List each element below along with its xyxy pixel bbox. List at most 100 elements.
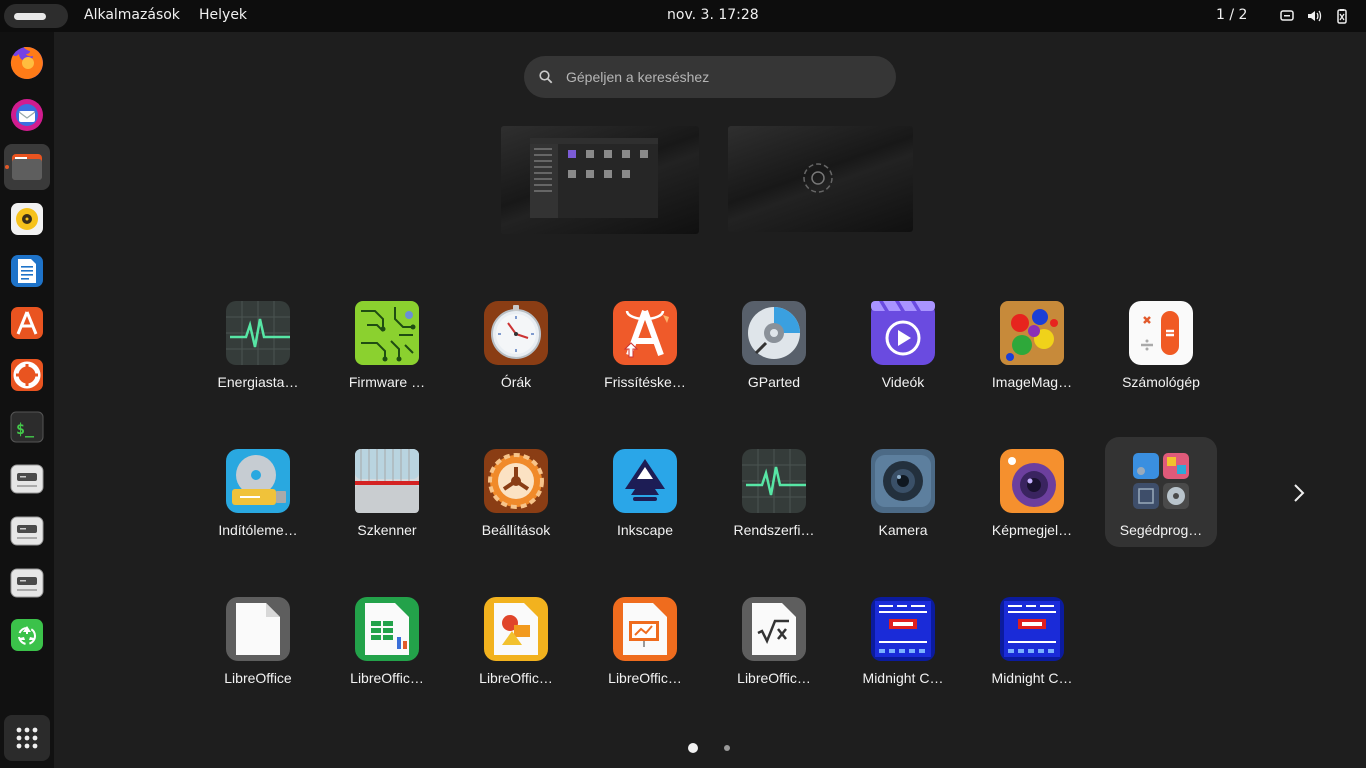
activities-button[interactable]: [4, 4, 68, 28]
app-libreoffice-draw[interactable]: LibreOffic…: [460, 585, 572, 695]
search-icon: [539, 70, 553, 84]
applications-menu[interactable]: Alkalmazások: [84, 7, 180, 23]
workspace-thumbnail-2[interactable]: [728, 126, 913, 232]
app-midnight-commander-2[interactable]: Midnight C…: [976, 585, 1088, 695]
calculator-icon: [1129, 301, 1193, 365]
page-indicator-2[interactable]: [724, 745, 730, 751]
grid-icon: [16, 727, 38, 749]
dock-rhythmbox[interactable]: [4, 196, 50, 242]
app-libreoffice-math[interactable]: LibreOffic…: [718, 585, 830, 695]
scanner-icon: [355, 449, 419, 513]
inkscape-icon: [613, 449, 677, 513]
drive-icon: [10, 516, 44, 546]
search-input[interactable]: [566, 64, 886, 90]
dock: $_: [0, 32, 54, 768]
app-label: Firmware …: [348, 374, 426, 390]
svg-text:$_: $_: [16, 420, 35, 438]
firefox-icon: [10, 47, 43, 79]
app-label: Energiasta…: [217, 374, 299, 390]
app-clocks[interactable]: Órák: [460, 289, 572, 399]
clock[interactable]: nov. 3. 17:28: [667, 7, 759, 23]
app-label: Szkenner: [357, 522, 417, 538]
page-indicator-1[interactable]: [688, 743, 698, 753]
top-bar: Alkalmazások Helyek nov. 3. 17:28 1 / 2: [0, 0, 1366, 32]
ubuntu-logo-icon: [803, 163, 833, 193]
show-apps-button[interactable]: [4, 715, 50, 761]
app-label: Midnight C…: [862, 670, 944, 686]
dock-app-center[interactable]: [4, 300, 50, 346]
files-icon: [12, 154, 42, 180]
battery-icon[interactable]: [1334, 8, 1350, 24]
app-label: Indítóleme…: [218, 522, 298, 538]
midnight-commander-icon: [1000, 597, 1064, 661]
app-camera[interactable]: Kamera: [847, 437, 959, 547]
imagemagick-icon: [1000, 301, 1064, 365]
app-center-icon: [11, 307, 43, 339]
app-calculator[interactable]: Számológép: [1105, 289, 1217, 399]
app-imagemagick[interactable]: ImageMag…: [976, 289, 1088, 399]
dock-libreoffice-writer[interactable]: [4, 248, 50, 294]
app-libreoffice[interactable]: LibreOffice: [202, 585, 314, 695]
app-label: Kamera: [878, 522, 928, 538]
dock-drive-3[interactable]: [4, 560, 50, 606]
app-libreoffice-impress[interactable]: LibreOffic…: [589, 585, 701, 695]
dock-drive-2[interactable]: [4, 508, 50, 554]
app-folder-utilities[interactable]: Segédprog…: [1105, 437, 1217, 547]
app-inkscape[interactable]: Inkscape: [589, 437, 701, 547]
volume-icon[interactable]: [1306, 8, 1322, 24]
app-overview: Energiasta… Firmware … Órák Frissítéske……: [54, 32, 1366, 768]
camera-icon: [871, 449, 935, 513]
dock-firefox[interactable]: [4, 40, 50, 86]
startup-disk-creator-icon: [226, 449, 290, 513]
places-menu[interactable]: Helyek: [199, 7, 247, 23]
power-statistics-icon: [226, 301, 290, 365]
app-libreoffice-calc[interactable]: LibreOffic…: [331, 585, 443, 695]
dock-trash[interactable]: [4, 612, 50, 658]
app-label: LibreOffic…: [350, 670, 424, 686]
app-label: GParted: [747, 374, 801, 390]
app-label: LibreOffic…: [737, 670, 811, 686]
activities-indicator: [14, 13, 46, 20]
app-system-monitor[interactable]: Rendszerfi…: [718, 437, 830, 547]
dock-thunderbird[interactable]: [4, 92, 50, 138]
app-label: Órák: [500, 374, 532, 390]
videos-icon: [871, 301, 935, 365]
terminal-icon: $_: [10, 411, 44, 443]
app-gparted[interactable]: GParted: [718, 289, 830, 399]
utilities-folder-icon: [1133, 453, 1189, 509]
keyboard-icon[interactable]: [1279, 8, 1295, 24]
midnight-commander-icon: [871, 597, 935, 661]
dock-files[interactable]: [4, 144, 50, 190]
settings-icon: [484, 449, 548, 513]
software-updater-icon: [613, 301, 677, 365]
app-label: LibreOffice: [224, 670, 292, 686]
dock-terminal[interactable]: $_: [4, 404, 50, 450]
app-image-viewer[interactable]: Képmegjel…: [976, 437, 1088, 547]
app-label: ImageMag…: [991, 374, 1073, 390]
app-scanner[interactable]: Szkenner: [331, 437, 443, 547]
workspace-thumbnail-1[interactable]: [501, 126, 699, 234]
workspace-indicator[interactable]: 1 / 2: [1216, 7, 1247, 23]
app-startup-disk-creator[interactable]: Indítóleme…: [202, 437, 314, 547]
dock-drive-1[interactable]: [4, 456, 50, 502]
libreoffice-draw-icon: [484, 597, 548, 661]
app-label: Képmegjel…: [991, 522, 1073, 538]
libreoffice-impress-icon: [613, 597, 677, 661]
libreoffice-calc-icon: [355, 597, 419, 661]
app-label: Frissítéske…: [604, 374, 686, 390]
app-videos[interactable]: Videók: [847, 289, 959, 399]
app-power-statistics[interactable]: Energiasta…: [202, 289, 314, 399]
app-firmware[interactable]: Firmware …: [331, 289, 443, 399]
next-page-arrow-icon[interactable]: [1284, 478, 1314, 508]
app-midnight-commander-1[interactable]: Midnight C…: [847, 585, 959, 695]
app-settings[interactable]: Beállítások: [460, 437, 572, 547]
app-label: Beállítások: [481, 522, 551, 538]
app-label: Rendszerfi…: [733, 522, 815, 538]
app-software-updater[interactable]: Frissítéske…: [589, 289, 701, 399]
dock-help[interactable]: [4, 352, 50, 398]
app-label: LibreOffic…: [608, 670, 682, 686]
system-monitor-icon: [742, 449, 806, 513]
rhythmbox-icon: [11, 203, 43, 235]
image-viewer-icon: [1000, 449, 1064, 513]
search-bar[interactable]: [524, 56, 896, 98]
